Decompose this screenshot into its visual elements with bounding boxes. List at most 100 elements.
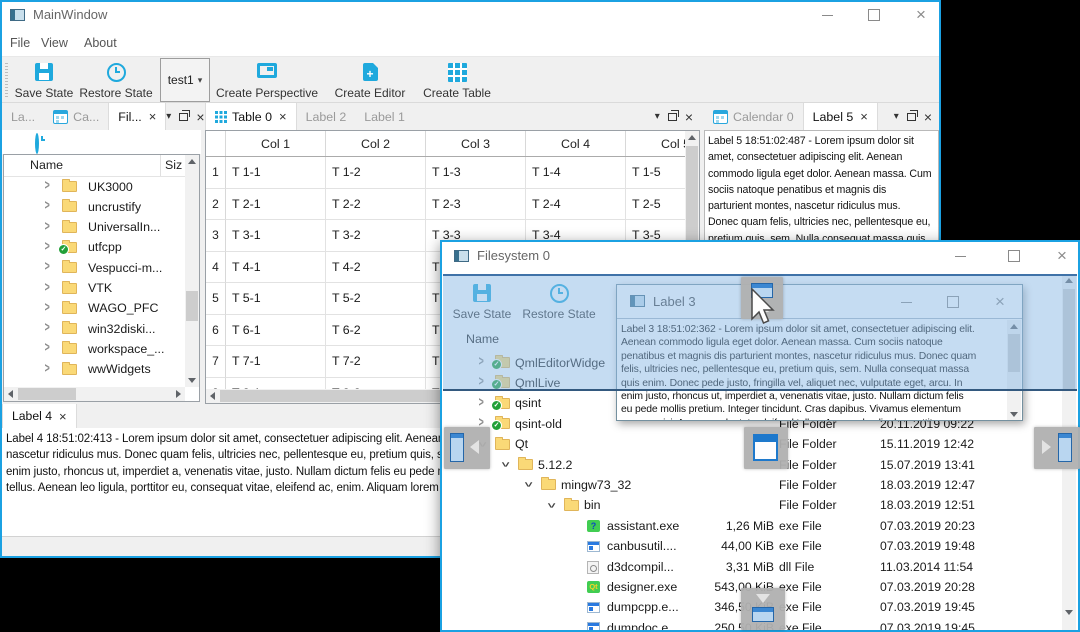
tab-layout[interactable]: La... bbox=[2, 103, 44, 130]
tree-item[interactable]: > workspace_... bbox=[4, 339, 185, 359]
table-cell[interactable]: T 1-4 bbox=[526, 157, 626, 189]
expand-chevron-icon[interactable]: > bbox=[542, 503, 558, 508]
scrollbar-thumb[interactable] bbox=[18, 388, 76, 400]
table-cell[interactable]: T 7-1 bbox=[226, 346, 326, 378]
menu-about[interactable]: About bbox=[84, 36, 117, 50]
table-cell[interactable]: T 7-2 bbox=[326, 346, 426, 378]
title-bar[interactable]: MainWindow × bbox=[0, 0, 941, 30]
tab-label2[interactable]: Label 2 bbox=[297, 103, 356, 130]
tab-close-icon[interactable]: × bbox=[279, 109, 287, 124]
tree-item[interactable]: > VTK bbox=[4, 279, 185, 299]
close-button[interactable]: × bbox=[1047, 241, 1077, 271]
tree-item[interactable]: canbusutil.... 44,00 KiB exe File 07.03.201… bbox=[442, 537, 1060, 557]
table-cell[interactable]: T 3-1 bbox=[226, 220, 326, 252]
minimize-button[interactable] bbox=[810, 0, 844, 30]
close-icon[interactable]: × bbox=[196, 109, 204, 125]
dock-indicator-right[interactable] bbox=[1034, 427, 1080, 469]
tab-calendar[interactable]: Ca... bbox=[44, 103, 108, 130]
table-cell[interactable]: T 3-2 bbox=[326, 220, 426, 252]
minimize-button[interactable] bbox=[943, 241, 977, 271]
maximize-button[interactable] bbox=[997, 241, 1031, 271]
row-number[interactable]: 5 bbox=[206, 283, 226, 315]
expand-chevron-icon[interactable]: > bbox=[519, 482, 535, 487]
expand-chevron-icon[interactable]: > bbox=[45, 219, 50, 235]
expand-chevron-icon[interactable]: > bbox=[45, 361, 50, 377]
close-icon[interactable]: × bbox=[924, 109, 932, 125]
row-number[interactable]: 8 bbox=[206, 377, 226, 389]
table-cell[interactable]: T 1-5 bbox=[626, 157, 685, 189]
tree-item[interactable]: > ✓ utfcpp bbox=[4, 238, 185, 258]
tree-item[interactable]: > wwWidgets bbox=[4, 360, 185, 380]
tab-label1[interactable]: Label 1 bbox=[355, 103, 414, 130]
maximize-button[interactable] bbox=[857, 0, 891, 30]
table-cell[interactable]: T 4-1 bbox=[226, 251, 326, 283]
tree-item[interactable]: > mingw73_32 File Folder 18.03.2019 12:47 bbox=[442, 475, 1060, 495]
tab-list-icon[interactable]: ▾ bbox=[894, 111, 899, 122]
row-number[interactable]: 7 bbox=[206, 346, 226, 378]
restore-icon[interactable] bbox=[35, 133, 39, 154]
title-bar[interactable]: Filesystem 0 × bbox=[440, 240, 1080, 272]
expand-chevron-icon[interactable]: > bbox=[45, 178, 50, 194]
table-cell[interactable]: T 1-1 bbox=[226, 157, 326, 189]
expand-chevron-icon[interactable]: > bbox=[479, 395, 484, 411]
create-editor-button[interactable]: Create Editor bbox=[330, 60, 410, 101]
close-button[interactable]: × bbox=[904, 0, 938, 30]
create-table-button[interactable]: Create Table bbox=[418, 60, 496, 101]
expand-chevron-icon[interactable]: > bbox=[45, 320, 50, 336]
row-number[interactable]: 1 bbox=[206, 157, 226, 189]
dock-indicator-bottom[interactable] bbox=[741, 588, 785, 630]
horizontal-scrollbar[interactable] bbox=[4, 387, 185, 401]
tab-close-icon[interactable]: × bbox=[59, 409, 67, 424]
create-perspective-button[interactable]: Create Perspective bbox=[216, 60, 318, 101]
table-cell[interactable]: T 5-1 bbox=[226, 283, 326, 315]
tree-item[interactable]: > UK3000 bbox=[4, 177, 185, 197]
vertical-scrollbar[interactable] bbox=[185, 155, 199, 387]
menu-file[interactable]: File bbox=[10, 36, 30, 50]
tree-item[interactable]: ? assistant.exe 1,26 MiB exe File 07.03.2019… bbox=[442, 516, 1060, 536]
table-cell[interactable]: T 2-1 bbox=[226, 188, 326, 220]
table-cell[interactable]: T 8-2 bbox=[326, 377, 426, 389]
column-header[interactable]: Col 4 bbox=[526, 131, 626, 156]
expand-chevron-icon[interactable]: > bbox=[45, 260, 50, 276]
dock-indicator-left[interactable] bbox=[444, 427, 490, 469]
expand-chevron-icon[interactable]: > bbox=[496, 462, 512, 467]
tab-label4[interactable]: Label 4 × bbox=[2, 404, 77, 428]
table-cell[interactable]: T 1-3 bbox=[426, 157, 526, 189]
expand-chevron-icon[interactable]: > bbox=[45, 239, 50, 255]
tab-calendar0[interactable]: Calendar 0 bbox=[704, 103, 803, 130]
row-number[interactable]: 3 bbox=[206, 220, 226, 252]
row-number[interactable]: 6 bbox=[206, 314, 226, 346]
table-cell[interactable]: T 1-2 bbox=[326, 157, 426, 189]
tab-table0[interactable]: Table 0 × bbox=[205, 103, 297, 130]
tree-item[interactable]: > Vespucci-m... bbox=[4, 258, 185, 278]
table-cell[interactable]: T 2-3 bbox=[426, 188, 526, 220]
tree-item[interactable]: > bin File Folder 18.03.2019 12:51 bbox=[442, 496, 1060, 516]
dock-indicator-center[interactable] bbox=[744, 427, 788, 469]
tab-close-icon[interactable]: × bbox=[860, 109, 868, 124]
row-number[interactable]: 2 bbox=[206, 188, 226, 220]
table-cell[interactable]: T 5-2 bbox=[326, 283, 426, 315]
table-cell[interactable]: T 6-2 bbox=[326, 314, 426, 346]
column-header[interactable]: Col 5 bbox=[626, 131, 685, 156]
table-cell[interactable]: T 8-1 bbox=[226, 377, 326, 389]
column-header[interactable]: Col 2 bbox=[326, 131, 426, 156]
tab-close-icon[interactable]: × bbox=[149, 109, 157, 124]
column-header-name[interactable]: Name bbox=[30, 158, 63, 172]
scrollbar-thumb[interactable] bbox=[186, 291, 198, 321]
tree-item[interactable]: > UniversalIn... bbox=[4, 218, 185, 238]
tab-list-icon[interactable]: ▾ bbox=[166, 111, 171, 122]
restore-state-button[interactable]: Restore State bbox=[78, 60, 154, 101]
column-header-size[interactable]: Siz bbox=[165, 158, 182, 172]
expand-chevron-icon[interactable]: > bbox=[45, 199, 50, 215]
tree-item[interactable]: > WAGO_PFC bbox=[4, 299, 185, 319]
column-header[interactable]: Col 1 bbox=[226, 131, 326, 156]
tree-item[interactable]: > uncrustify bbox=[4, 197, 185, 217]
menu-view[interactable]: View bbox=[41, 36, 68, 50]
expand-chevron-icon[interactable]: > bbox=[45, 280, 50, 296]
close-icon[interactable]: × bbox=[685, 109, 693, 125]
table-cell[interactable]: T 4-2 bbox=[326, 251, 426, 283]
tab-filesystem[interactable]: Fil... × bbox=[108, 103, 167, 130]
table-cell[interactable]: T 6-1 bbox=[226, 314, 326, 346]
tree-item[interactable]: > win32diski... bbox=[4, 319, 185, 339]
table-cell[interactable]: T 2-5 bbox=[626, 189, 685, 220]
